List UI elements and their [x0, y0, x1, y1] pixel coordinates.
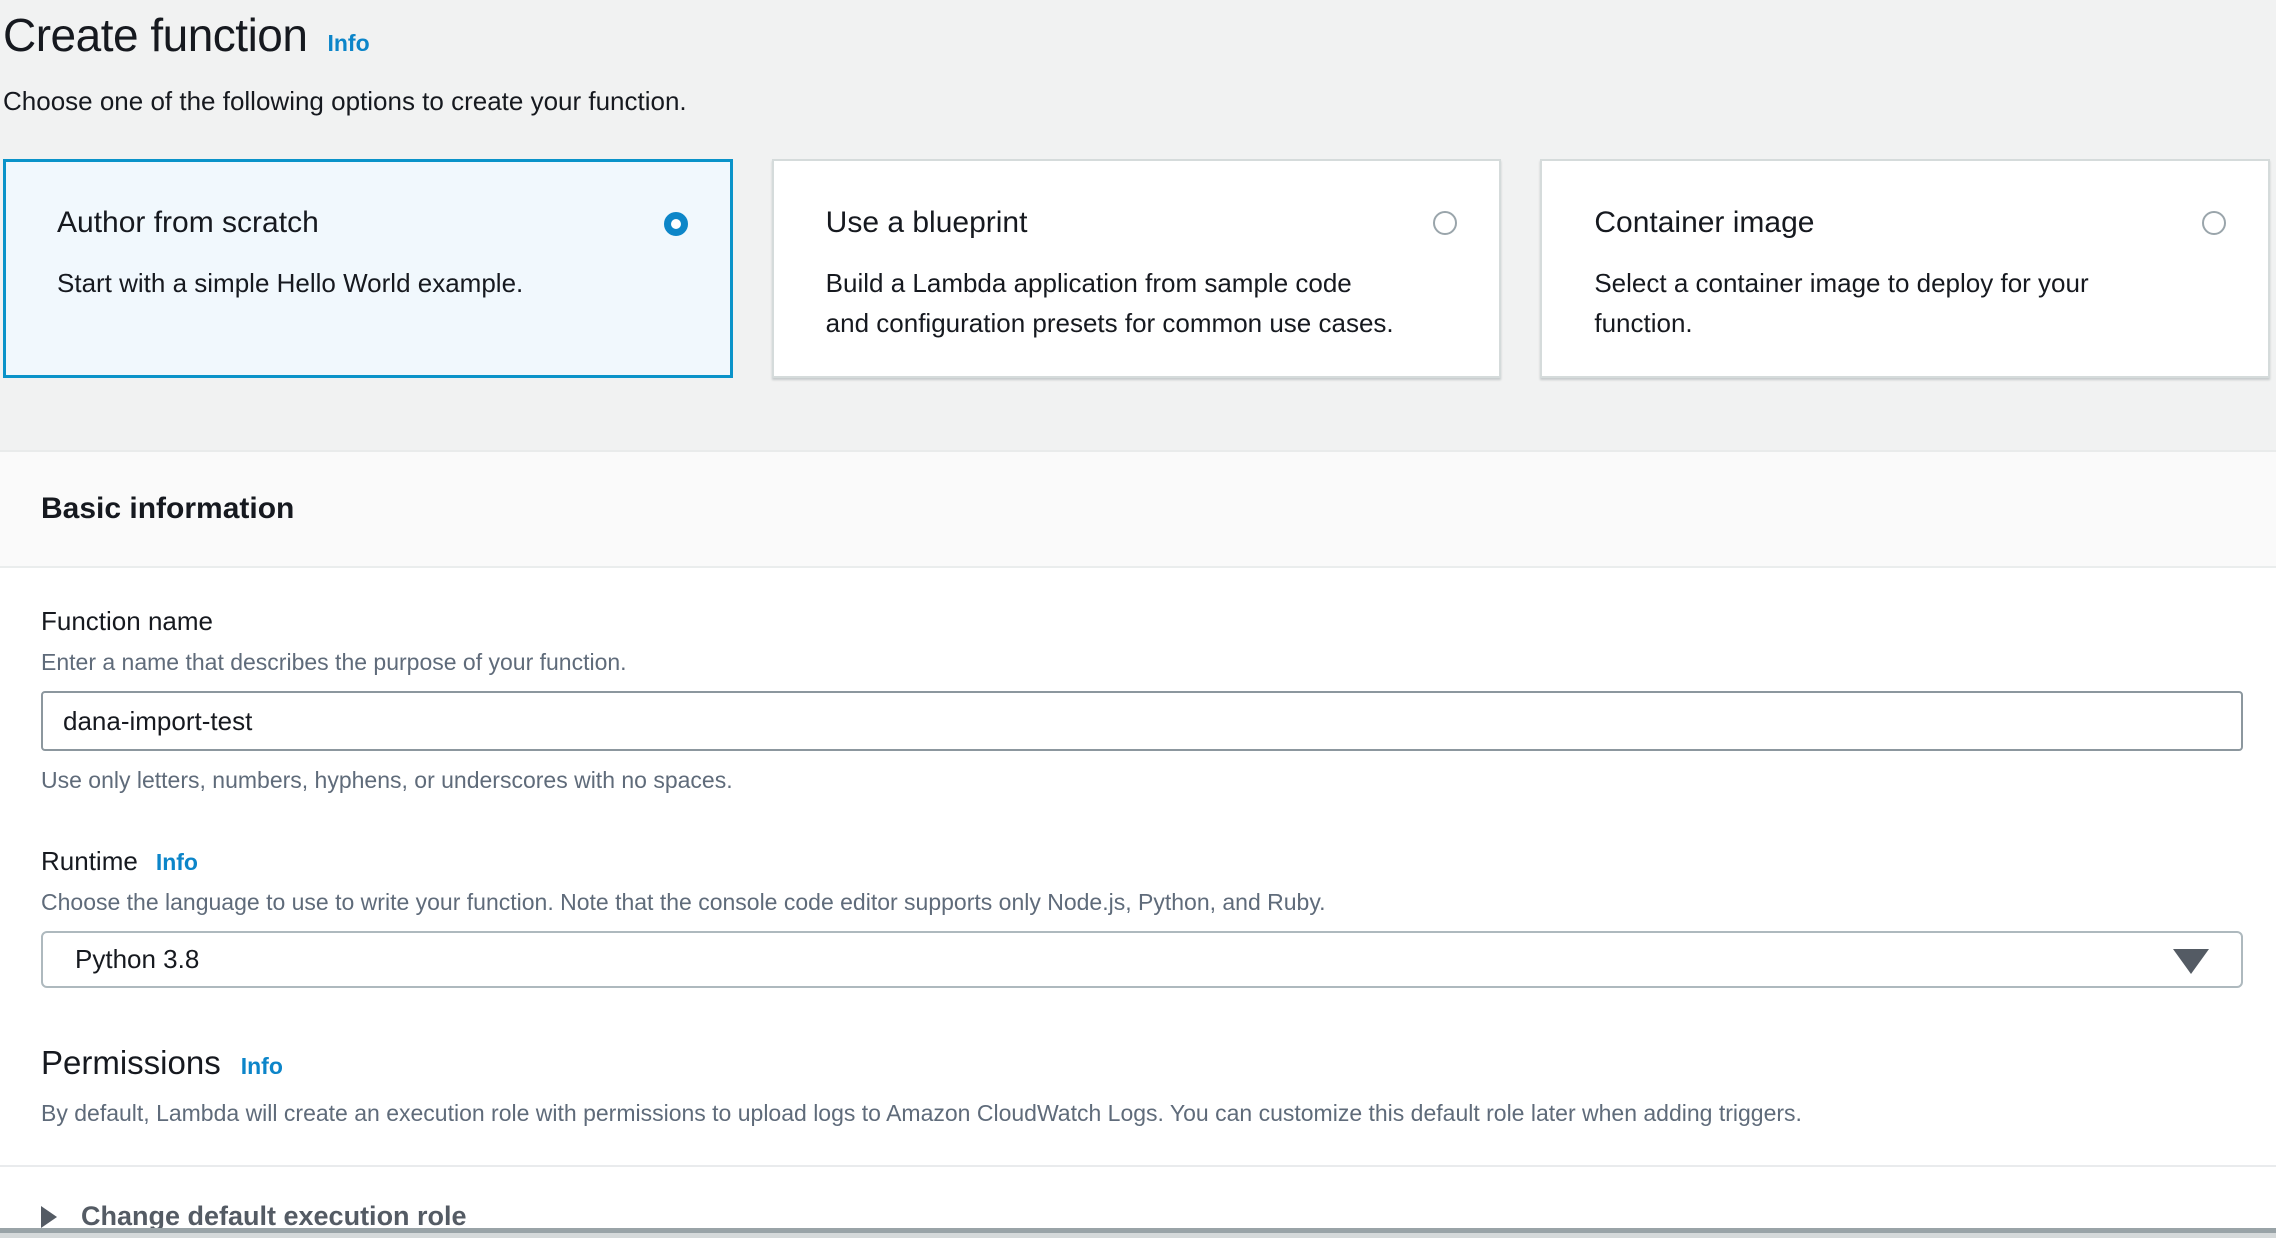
runtime-description: Choose the language to use to write your… — [41, 889, 2243, 916]
runtime-select[interactable]: Python 3.8 — [41, 931, 2243, 988]
option-card-description: Select a container image to deploy for y… — [1594, 263, 2168, 343]
option-card-title: Container image — [1594, 206, 2168, 240]
option-card-author-from-scratch[interactable]: Author from scratch Start with a simple … — [3, 159, 733, 378]
permissions-info-link[interactable]: Info — [241, 1053, 283, 1080]
runtime-info-link[interactable]: Info — [156, 849, 198, 876]
option-card-use-a-blueprint[interactable]: Use a blueprint Build a Lambda applicati… — [772, 159, 1502, 378]
function-name-label-row: Function name — [41, 606, 2243, 637]
runtime-selected-value: Python 3.8 — [75, 944, 199, 975]
bottom-edge-divider — [0, 1228, 2276, 1238]
function-name-label: Function name — [41, 606, 213, 637]
permissions-heading-row: Permissions Info — [41, 1044, 2243, 1082]
radio-use-a-blueprint[interactable] — [1433, 211, 1457, 235]
page-subtitle: Choose one of the following options to c… — [3, 86, 2273, 117]
option-card-title: Author from scratch — [57, 206, 631, 240]
radio-container-image[interactable] — [2202, 211, 2226, 235]
runtime-label-row: Runtime Info — [41, 846, 2243, 877]
creation-options-cards: Author from scratch Start with a simple … — [3, 159, 2270, 378]
basic-information-form: Function name Enter a name that describe… — [0, 606, 2276, 1127]
basic-information-header: Basic information — [0, 452, 2276, 568]
radio-author-from-scratch[interactable] — [664, 212, 688, 236]
permissions-heading: Permissions — [41, 1044, 221, 1082]
title-info-link[interactable]: Info — [327, 30, 369, 57]
option-card-description: Start with a simple Hello World example. — [57, 263, 631, 303]
permissions-description: By default, Lambda will create an execut… — [41, 1100, 2243, 1127]
page-title: Create function — [3, 8, 307, 62]
title-row: Create function Info — [3, 8, 2273, 62]
runtime-label: Runtime — [41, 846, 138, 877]
dropdown-arrow-icon — [2173, 949, 2209, 974]
option-card-title: Use a blueprint — [826, 206, 1400, 240]
section-divider — [0, 1165, 2276, 1167]
option-card-description: Build a Lambda application from sample c… — [826, 263, 1400, 343]
basic-information-heading: Basic information — [41, 492, 294, 526]
function-name-input[interactable] — [41, 691, 2243, 751]
option-card-container-image[interactable]: Container image Select a container image… — [1540, 159, 2270, 378]
page-header-section: Create function Info Choose one of the f… — [0, 0, 2276, 452]
function-name-constraint: Use only letters, numbers, hyphens, or u… — [41, 767, 2243, 794]
function-name-description: Enter a name that describes the purpose … — [41, 649, 2243, 676]
expand-caret-icon — [41, 1206, 57, 1228]
